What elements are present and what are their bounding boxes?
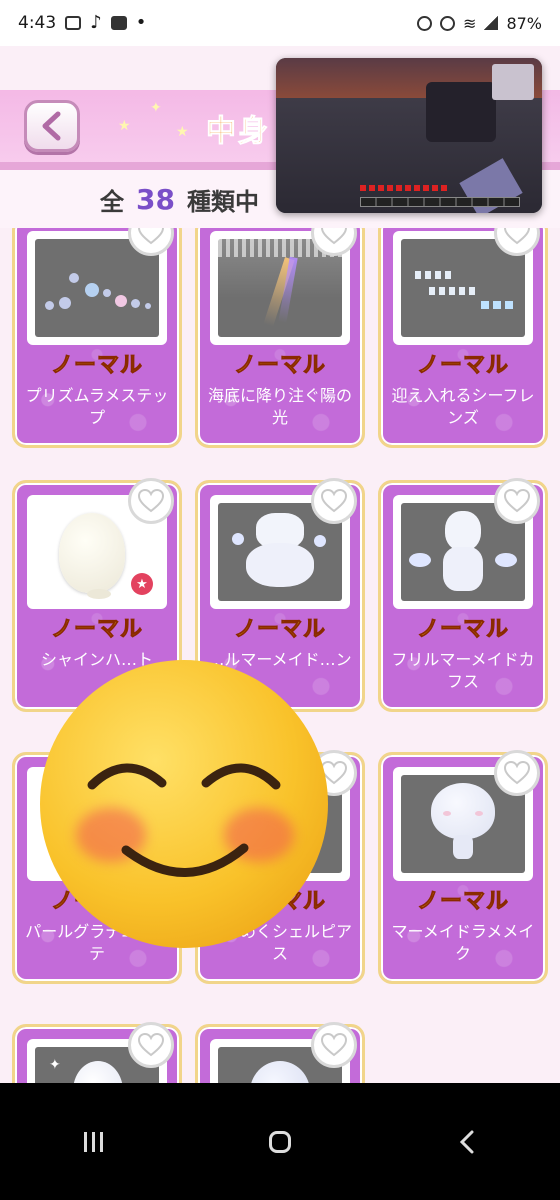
chevron-left-icon: [42, 111, 61, 141]
youtube-icon: [110, 16, 127, 30]
item-name: マーメイドラメメイク: [391, 922, 535, 963]
favorite-button[interactable]: [311, 478, 357, 524]
rarity-label: ノーマル: [416, 617, 509, 643]
item-grid: ノーマル プリズムラメステップ ノーマル 海底に降り注ぐ陽の光 ノーマル 迎え入…: [0, 228, 560, 1083]
item-name: プリズムラメステップ: [25, 386, 169, 427]
heart-icon: [321, 228, 347, 245]
item-card[interactable]: ノーマル 迎え入れるシーフレンズ: [378, 228, 548, 448]
rarity-label: ノーマル: [416, 889, 509, 915]
heart-icon: [321, 489, 347, 513]
heart-icon: [138, 1033, 164, 1057]
favorite-star-icon: ★: [131, 573, 153, 595]
favorite-button[interactable]: [494, 750, 540, 796]
system-nav-bar: [0, 1083, 560, 1200]
status-time: 4:43: [18, 13, 57, 33]
heart-icon: [321, 1033, 347, 1057]
rarity-label: ノーマル: [50, 353, 143, 379]
item-card[interactable]: ノーマル プリズムラメステップ: [12, 228, 182, 448]
rarity-label: ノーマル: [233, 353, 326, 379]
favorite-button[interactable]: [128, 478, 174, 524]
back-icon: [459, 1130, 474, 1153]
battery-level: 87%: [506, 13, 542, 33]
emoji-features: [87, 763, 281, 877]
status-bar: 4:43 ♪ • ≋ 87%: [0, 0, 560, 46]
item-name: フリルマーメイドカフス: [391, 650, 535, 691]
heart-icon: [504, 489, 530, 513]
dot-icon: •: [135, 12, 147, 33]
count-total: 38: [136, 182, 175, 216]
home-button[interactable]: [250, 1117, 310, 1167]
favorite-button[interactable]: [494, 478, 540, 524]
rarity-label: ノーマル: [50, 617, 143, 643]
page-title: 中身: [206, 114, 270, 150]
recent-apps-button[interactable]: [63, 1117, 123, 1167]
favorite-button[interactable]: [311, 1022, 357, 1068]
item-name: 海底に降り注ぐ陽の光: [207, 386, 352, 427]
rarity-label: ノーマル: [416, 353, 509, 379]
star-decoration: ★: [176, 124, 189, 140]
wifi-icon: ≋: [463, 13, 477, 33]
item-name: 迎え入れるシーフレンズ: [391, 386, 535, 427]
tiktok-icon: ♪: [90, 12, 102, 33]
mute-icon: [440, 15, 456, 31]
heart-icon: [504, 228, 530, 245]
video-rock: [426, 82, 496, 142]
alarm-icon: [417, 15, 433, 31]
pip-video-overlay[interactable]: [276, 58, 542, 213]
star-decoration: ★: [118, 118, 131, 134]
count-suffix: 種類中: [186, 187, 259, 216]
item-card[interactable]: ノーマル 海底に降り注ぐ陽の光: [195, 228, 365, 448]
recent-apps-icon: [83, 1131, 103, 1152]
signal-icon: [484, 16, 499, 30]
count-prefix: 全: [100, 187, 124, 216]
home-icon: [268, 1130, 291, 1153]
nav-back-button[interactable]: [437, 1117, 497, 1167]
smiling-face-emoji: [40, 660, 328, 948]
heart-icon: [138, 228, 164, 245]
video-hotbar: [360, 197, 520, 207]
rarity-label: ノーマル: [233, 617, 326, 643]
star-decoration: ✦: [150, 100, 162, 116]
gallery-icon: [65, 16, 82, 30]
heart-icon: [504, 761, 530, 785]
favorite-button[interactable]: [128, 1022, 174, 1068]
back-button[interactable]: [24, 100, 80, 152]
video-webcam: [492, 64, 534, 100]
heart-icon: [138, 489, 164, 513]
video-health-bar: [360, 185, 450, 191]
